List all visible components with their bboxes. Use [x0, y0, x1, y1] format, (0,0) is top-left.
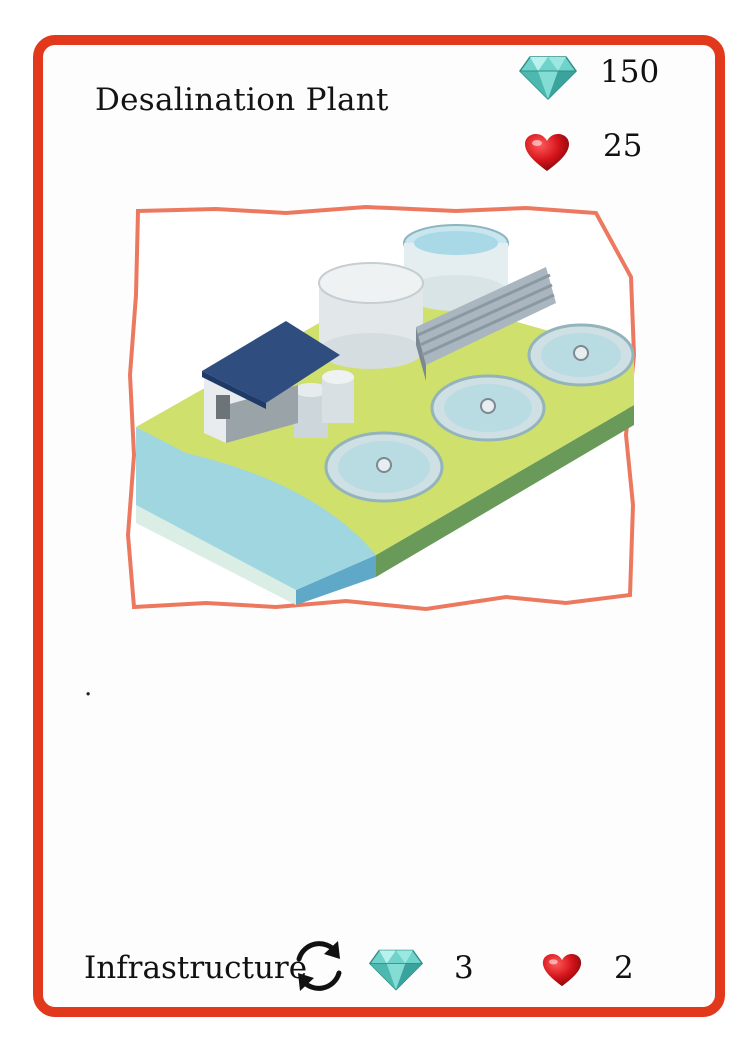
heart-icon [525, 134, 569, 171]
footer-gem-value: 3 [454, 950, 474, 986]
card-description: . [84, 672, 93, 702]
gem-icon [519, 56, 577, 101]
footer-gem-icon [368, 949, 424, 991]
cycle-arrows-icon[interactable] [288, 935, 350, 997]
card-category: Infrastructure [84, 950, 308, 986]
card-title: Desalination Plant [95, 82, 389, 118]
health-value: 25 [603, 128, 643, 164]
cost-value: 150 [600, 54, 660, 90]
footer-heart-value: 2 [614, 950, 634, 986]
desalination-plant-illustration [126, 205, 637, 612]
footer-heart-icon [542, 953, 582, 987]
